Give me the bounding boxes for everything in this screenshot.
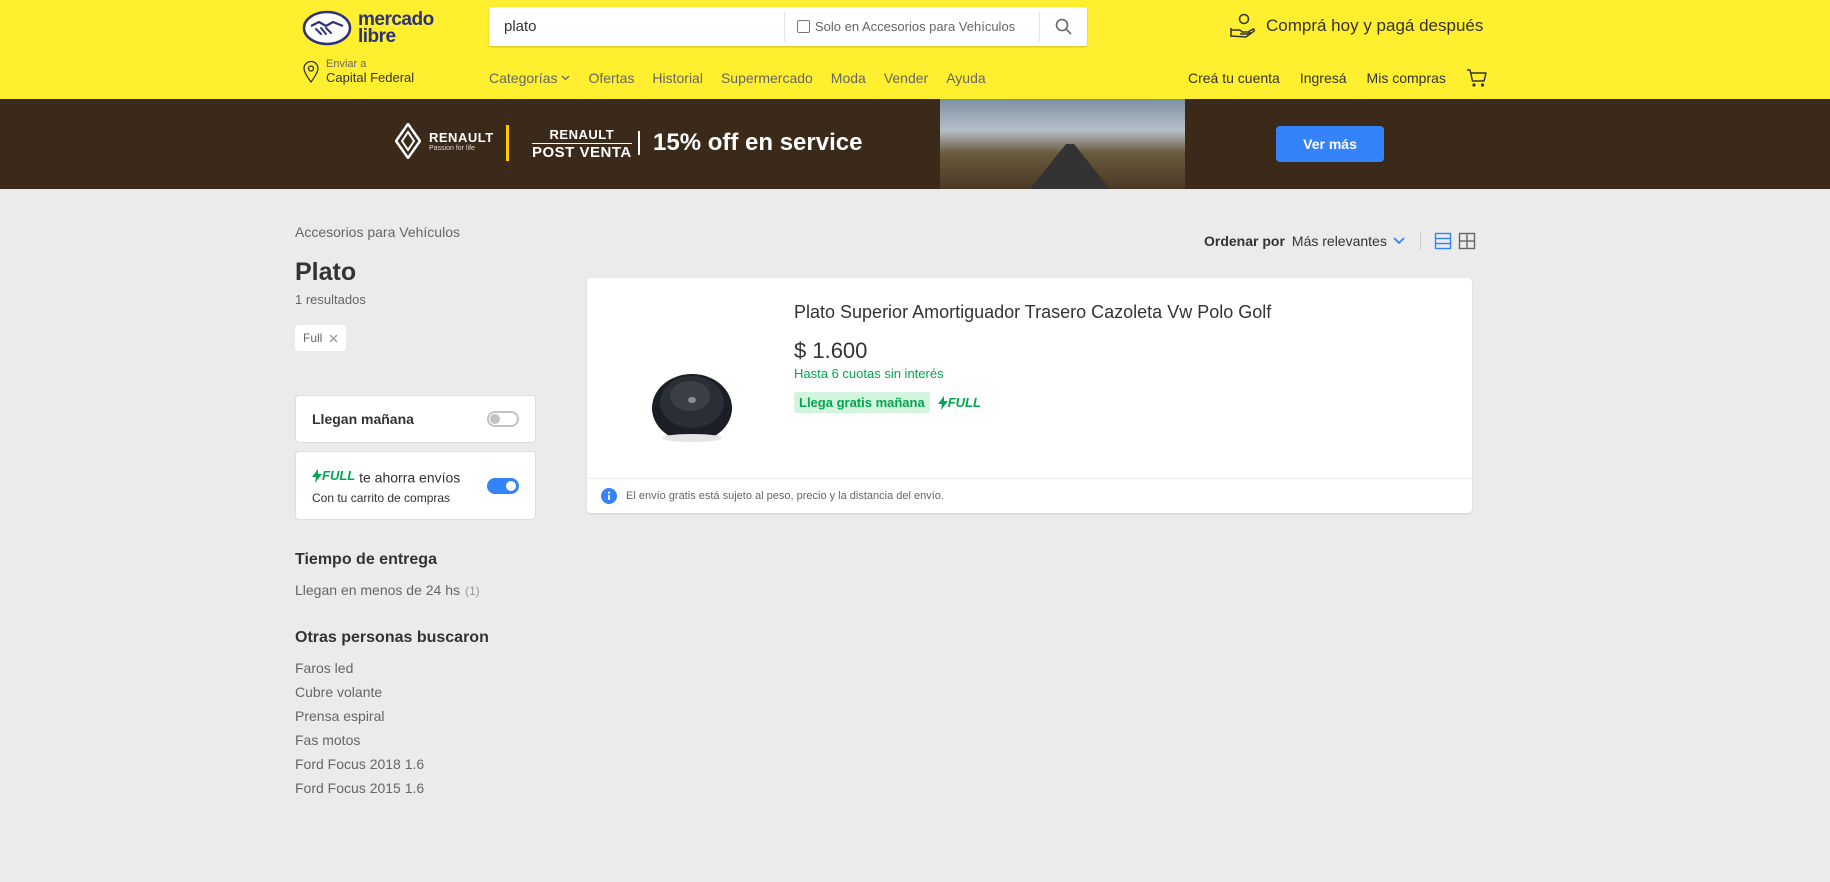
product-title[interactable]: Plato Superior Amortiguador Trasero Cazo… (794, 302, 1271, 323)
chevron-down-icon (562, 75, 570, 81)
view-separator (1419, 232, 1421, 250)
search-input[interactable] (489, 7, 784, 46)
handshake-logo-icon (302, 10, 352, 46)
related-searches-heading: Otras personas buscaron (295, 629, 489, 646)
tomorrow-delivery-switch[interactable] (487, 411, 519, 427)
full-badge: FULL (937, 395, 981, 410)
location-label: Enviar a (326, 58, 367, 70)
promo-text: Comprá hoy y pagá después (1266, 16, 1484, 35)
related-search-item[interactable]: Ford Focus 2018 1.6 (295, 756, 424, 772)
banner-cta-button[interactable]: Ver más (1276, 126, 1384, 162)
full-badge-text: FULL (322, 468, 356, 483)
product-installments: Hasta 6 cuotas sin interés (794, 366, 944, 381)
cart-icon[interactable] (1466, 68, 1488, 88)
related-search-item[interactable]: Cubre volante (295, 684, 382, 700)
logo-wordmark: mercado libre (358, 10, 434, 47)
search-button[interactable] (1040, 7, 1086, 46)
product-shipping: Llega gratis mañana FULL (794, 392, 981, 413)
breadcrumb[interactable]: Accesorios para Vehículos (295, 224, 460, 240)
search-icon (1055, 18, 1071, 35)
tomorrow-delivery-toggle-card: Llegan mañana (295, 395, 536, 443)
nav-supermarket[interactable]: Supermercado (721, 70, 813, 86)
buy-now-pay-later-promo[interactable]: Comprá hoy y pagá después (1228, 12, 1483, 40)
switch-knob (490, 414, 500, 424)
switch-knob (506, 481, 516, 491)
page-title: Plato (295, 258, 357, 286)
lightning-icon (937, 395, 948, 410)
full-shipping-text: te ahorra envíos (359, 469, 461, 486)
related-search-item[interactable]: Ford Focus 2015 1.6 (295, 780, 424, 796)
result-item-card[interactable]: Plato Superior Amortiguador Trasero Cazo… (587, 278, 1472, 513)
nav-history[interactable]: Historial (652, 70, 703, 86)
sort-control: Ordenar por Más relevantes (1204, 232, 1482, 250)
chevron-down-icon[interactable] (1393, 237, 1405, 245)
promo-banner[interactable]: RENAULT Passion for life RENAULT POST VE… (0, 99, 1830, 189)
delivery-option-count: (1) (465, 584, 480, 598)
free-shipping-badge: Llega gratis mañana (794, 392, 930, 413)
logo-line-2: libre (358, 26, 396, 47)
shipping-note: El envío gratis está sujeto al peso, pre… (626, 490, 944, 502)
delivery-option-24hs[interactable]: Llegan en menos de 24 hs (1) (295, 582, 480, 598)
close-icon[interactable] (329, 334, 338, 343)
renault-diamond-icon (395, 123, 421, 159)
card-footer: El envío gratis está sujeto al peso, pre… (587, 478, 1472, 513)
product-image-icon (652, 374, 732, 442)
post-venta-line-2: POST VENTA (532, 144, 632, 161)
full-badge-text: FULL (947, 395, 981, 410)
nav-categories[interactable]: Categorías (489, 70, 570, 86)
brand-name: RENAULT (429, 130, 494, 145)
category-filter-checkbox[interactable]: Solo en Accesorios para Vehículos (784, 11, 1040, 42)
lightning-icon (312, 468, 322, 483)
applied-filter-label: Full (303, 331, 323, 345)
nav-help[interactable]: Ayuda (946, 70, 985, 86)
nav-sell[interactable]: Vender (884, 70, 928, 86)
grid-view-icon[interactable] (1458, 232, 1476, 250)
delivery-location[interactable]: Enviar a Capital Federal (302, 58, 414, 86)
product-thumbnail[interactable] (632, 304, 747, 452)
sort-label: Ordenar por (1204, 233, 1285, 249)
banner-yellow-divider (506, 125, 509, 161)
location-pin-icon (303, 60, 319, 84)
mercadolibre-logo[interactable]: mercado libre (302, 8, 442, 48)
category-filter-label: Solo en Accesorios para Vehículos (815, 19, 1016, 34)
hand-money-icon (1230, 13, 1256, 38)
search-bar: Solo en Accesorios para Vehículos (489, 7, 1087, 46)
related-search-item[interactable]: Fas motos (295, 732, 360, 748)
checkbox-icon[interactable] (797, 20, 810, 33)
login-link[interactable]: Ingresá (1300, 70, 1347, 86)
renault-logo: RENAULT Passion for life (395, 123, 494, 159)
main-nav: Categorías Ofertas Historial Supermercad… (489, 70, 986, 86)
delivery-time-heading: Tiempo de entrega (295, 551, 437, 568)
delivery-option-label: Llegan en menos de 24 hs (295, 582, 461, 598)
post-venta-line-1: RENAULT (532, 127, 632, 144)
create-account-link[interactable]: Creá tu cuenta (1188, 70, 1280, 86)
brand-tagline: Passion for life (429, 145, 475, 152)
post-venta-label: RENAULT POST VENTA (532, 127, 632, 161)
full-shipping-sub: Con tu carrito de compras (312, 491, 451, 505)
info-icon (601, 488, 617, 504)
results-count: 1 resultados (295, 292, 366, 307)
banner-headline: 15% off en service (653, 129, 863, 156)
list-view-icon[interactable] (1434, 232, 1452, 250)
full-badge: FULL (312, 468, 355, 483)
sort-dropdown[interactable]: Más relevantes (1292, 233, 1387, 249)
product-price: $ 1.600 (794, 338, 868, 363)
related-search-item[interactable]: Faros led (295, 660, 353, 676)
nav-categories-label: Categorías (489, 70, 558, 86)
my-purchases-link[interactable]: Mis compras (1367, 70, 1446, 86)
full-shipping-switch[interactable] (487, 478, 519, 494)
applied-filter-chip[interactable]: Full (295, 325, 347, 351)
full-shipping-label: FULL te ahorra envíos (312, 468, 460, 486)
banner-separator (638, 131, 640, 155)
tomorrow-delivery-label: Llegan mañana (312, 411, 414, 427)
related-search-item[interactable]: Prensa espiral (295, 708, 385, 724)
full-shipping-toggle-card: FULL te ahorra envíos Con tu carrito de … (295, 451, 536, 520)
nav-offers[interactable]: Ofertas (588, 70, 634, 86)
location-value: Capital Federal (326, 70, 415, 85)
user-nav: Creá tu cuenta Ingresá Mis compras (1188, 68, 1488, 88)
header: mercado libre Solo en Accesorios para Ve… (0, 0, 1830, 99)
nav-fashion[interactable]: Moda (831, 70, 866, 86)
